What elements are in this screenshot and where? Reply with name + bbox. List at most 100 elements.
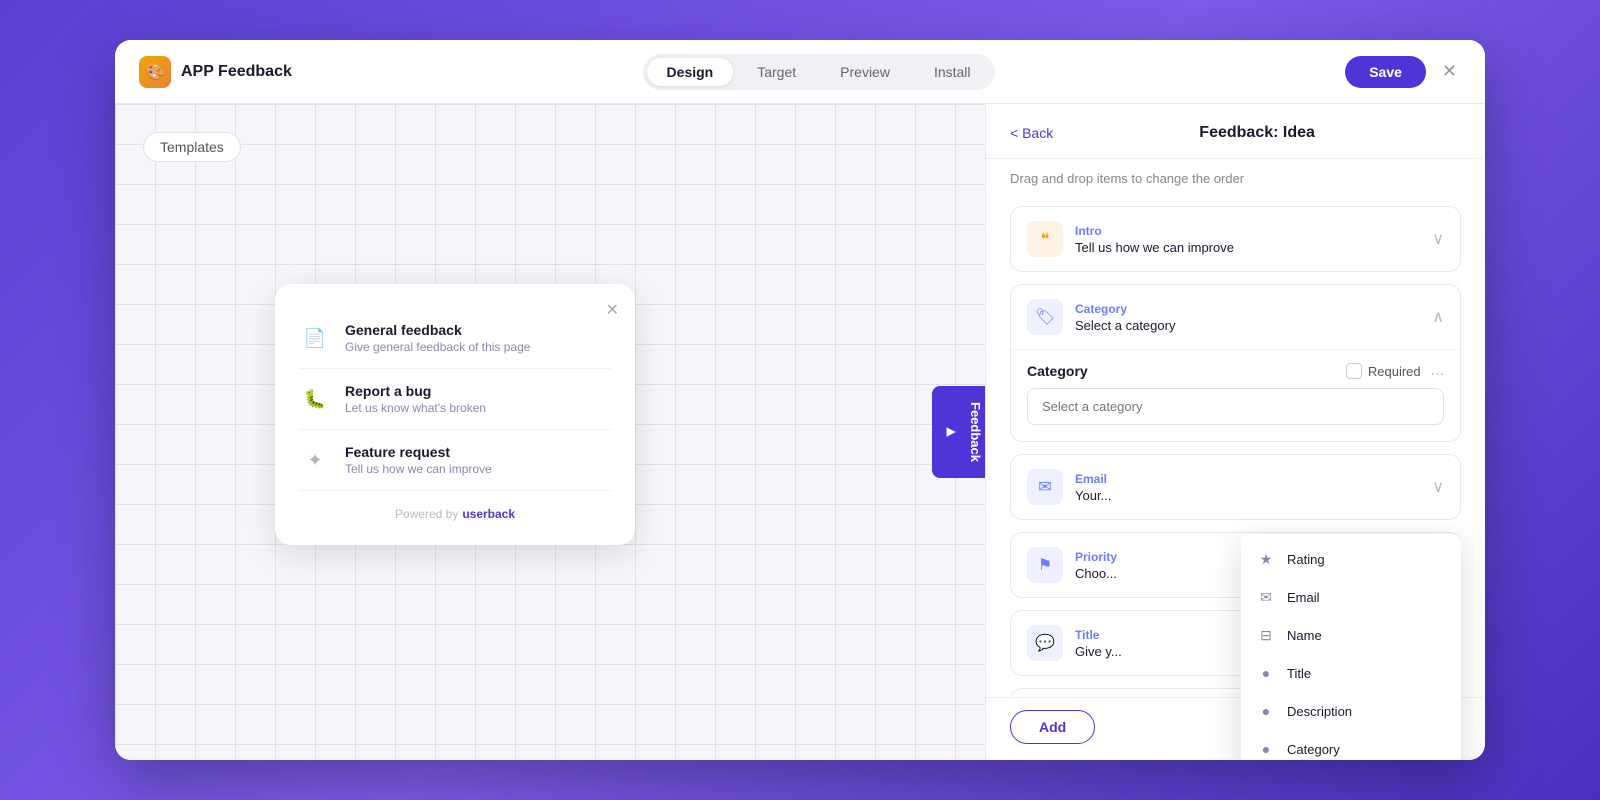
category-label: Category	[1075, 302, 1175, 316]
priority-label: Priority	[1075, 550, 1117, 564]
tab-preview[interactable]: Preview	[820, 58, 910, 86]
bug-feedback-title: Report a bug	[345, 383, 486, 399]
category-dropdown-icon: ●	[1257, 740, 1275, 758]
feedback-widget-card: ✕ 📄 General feedback Give general feedba…	[275, 284, 635, 545]
close-button[interactable]: ✕	[1438, 57, 1461, 86]
priority-value: Choo...	[1075, 566, 1117, 581]
canvas-area: Templates ✕ 📄 General feedback Give gene…	[115, 104, 985, 760]
app-logo-icon: 🎨	[139, 56, 171, 88]
feature-feedback-icon: ✦	[299, 444, 331, 476]
panel-item-email: ✉ Email Your... ∨	[1010, 454, 1461, 520]
app-title: APP Feedback	[181, 63, 292, 81]
feedback-option-feature[interactable]: ✦ Feature request Tell us how we can imp…	[299, 430, 611, 491]
panel-item-category-header[interactable]: 🏷 Category Select a category ∧	[1011, 285, 1460, 349]
save-button[interactable]: Save	[1345, 56, 1426, 88]
category-expanded-body: Category Required ...	[1011, 349, 1460, 441]
general-feedback-icon: 📄	[299, 322, 331, 354]
dropdown-item-email[interactable]: ✉ Email	[1241, 578, 1461, 616]
bug-feedback-icon: 🐛	[299, 383, 331, 415]
title-icon: 💬	[1027, 625, 1063, 661]
email-label: Email	[1075, 472, 1111, 486]
category-chevron-icon: ∧	[1432, 307, 1444, 327]
feedback-option-general[interactable]: 📄 General feedback Give general feedback…	[299, 308, 611, 369]
feedback-tab-arrow-icon: ▲	[943, 423, 960, 441]
header-tabs: Design Target Preview Install	[643, 54, 995, 90]
brand-name: userback	[462, 507, 515, 521]
category-controls: Required ...	[1346, 362, 1444, 380]
dropdown-item-category[interactable]: ● Category	[1241, 730, 1461, 760]
powered-by-text: Powered by	[395, 507, 458, 521]
title-text: Title Give y...	[1075, 628, 1122, 659]
feedback-card-close-button[interactable]: ✕	[606, 300, 619, 320]
intro-value: Tell us how we can improve	[1075, 240, 1234, 255]
panel-item-category: 🏷 Category Select a category ∧ Category	[1010, 284, 1461, 442]
dropdown-item-rating[interactable]: ★ Rating	[1241, 540, 1461, 578]
bug-feedback-desc: Let us know what's broken	[345, 401, 486, 415]
panel-header: < Back Feedback: Idea	[986, 104, 1485, 159]
category-text: Category Select a category	[1075, 302, 1175, 333]
title-value: Give y...	[1075, 644, 1122, 659]
drag-hint: Drag and drop items to change the order	[986, 159, 1485, 198]
required-label: Required	[1368, 364, 1421, 379]
dropdown-item-description-label: Description	[1287, 704, 1352, 719]
add-button[interactable]: Add	[1010, 710, 1095, 744]
feature-feedback-desc: Tell us how we can improve	[345, 462, 492, 476]
feedback-option-general-text: General feedback Give general feedback o…	[345, 322, 530, 354]
feedback-option-bug-text: Report a bug Let us know what's broken	[345, 383, 486, 415]
panel-item-intro: ❝ Intro Tell us how we can improve ∨	[1010, 206, 1461, 272]
app-window: 🎨 APP Feedback Design Target Preview Ins…	[115, 40, 1485, 760]
dropdown-item-title[interactable]: ● Title	[1241, 654, 1461, 692]
dropdown-item-category-label: Category	[1287, 742, 1340, 757]
priority-text: Priority Choo...	[1075, 550, 1117, 581]
intro-chevron-icon: ∨	[1432, 229, 1444, 249]
email-dropdown-icon: ✉	[1257, 588, 1275, 606]
category-controls-row: Category Required ...	[1027, 350, 1444, 388]
general-feedback-title: General feedback	[345, 322, 530, 338]
header-logo: 🎨 APP Feedback	[139, 56, 292, 88]
general-feedback-desc: Give general feedback of this page	[345, 340, 530, 354]
header-actions: Save ✕	[1345, 56, 1461, 88]
dropdown-item-description[interactable]: ● Description	[1241, 692, 1461, 730]
name-dropdown-icon: ⊟	[1257, 626, 1275, 644]
dropdown-item-email-label: Email	[1287, 590, 1320, 605]
back-button[interactable]: < Back	[1010, 125, 1053, 141]
feedback-option-bug[interactable]: 🐛 Report a bug Let us know what's broken	[299, 369, 611, 430]
category-value: Select a category	[1075, 318, 1175, 333]
panel-title: Feedback: Idea	[1199, 124, 1315, 142]
intro-text: Intro Tell us how we can improve	[1075, 224, 1234, 255]
category-icon: 🏷	[1027, 299, 1063, 335]
tab-install[interactable]: Install	[914, 58, 991, 86]
more-options-button[interactable]: ...	[1431, 362, 1444, 380]
category-select-input[interactable]	[1027, 388, 1444, 425]
rating-dropdown-icon: ★	[1257, 550, 1275, 568]
dropdown-item-rating-label: Rating	[1287, 552, 1325, 567]
category-dropdown: ★ Rating ✉ Email ⊟ Name ● Title ● Desc	[1241, 534, 1461, 760]
feedback-tab[interactable]: Feedback ▲	[932, 386, 985, 478]
email-chevron-icon: ∨	[1432, 477, 1444, 497]
feedback-option-feature-text: Feature request Tell us how we can impro…	[345, 444, 492, 476]
email-text: Email Your...	[1075, 472, 1111, 503]
right-panel: < Back Feedback: Idea Drag and drop item…	[985, 104, 1485, 760]
panel-item-intro-header[interactable]: ❝ Intro Tell us how we can improve ∨	[1011, 207, 1460, 271]
feedback-tab-label: Feedback	[968, 402, 983, 462]
dropdown-item-name[interactable]: ⊟ Name	[1241, 616, 1461, 654]
dropdown-item-name-label: Name	[1287, 628, 1322, 643]
intro-label: Intro	[1075, 224, 1234, 238]
tab-design[interactable]: Design	[647, 58, 734, 86]
priority-icon: ⚑	[1027, 547, 1063, 583]
title-label: Title	[1075, 628, 1122, 642]
required-checkbox-box[interactable]	[1346, 363, 1362, 379]
intro-icon: ❝	[1027, 221, 1063, 257]
panel-item-email-header[interactable]: ✉ Email Your... ∨	[1011, 455, 1460, 519]
feature-feedback-title: Feature request	[345, 444, 492, 460]
title-dropdown-icon: ●	[1257, 664, 1275, 682]
email-icon: ✉	[1027, 469, 1063, 505]
templates-button[interactable]: Templates	[143, 132, 241, 162]
email-value: Your...	[1075, 488, 1111, 503]
app-body: Templates ✕ 📄 General feedback Give gene…	[115, 104, 1485, 760]
required-checkbox-label[interactable]: Required	[1346, 363, 1421, 379]
tab-target[interactable]: Target	[737, 58, 816, 86]
dropdown-item-title-label: Title	[1287, 666, 1311, 681]
header: 🎨 APP Feedback Design Target Preview Ins…	[115, 40, 1485, 104]
category-section-label: Category	[1027, 363, 1088, 379]
